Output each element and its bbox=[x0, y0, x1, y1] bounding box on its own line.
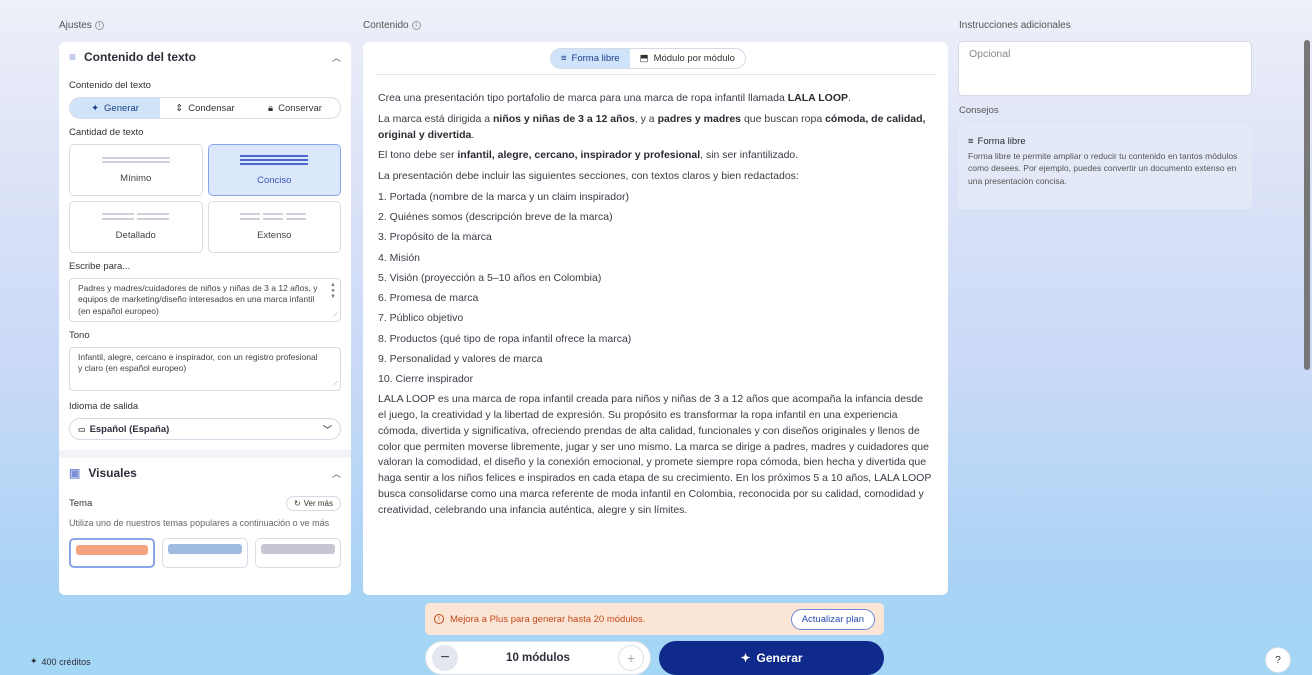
content-paragraph: La marca está dirigida a niños y niñas d… bbox=[378, 112, 926, 141]
ajustes-label: Ajustes i bbox=[59, 20, 104, 31]
module-count-stepper: − 10 módulos + bbox=[425, 641, 651, 675]
theme-label: Tema bbox=[69, 498, 93, 509]
contenido-label: Contenido i bbox=[363, 20, 421, 31]
tips-label: Consejos bbox=[959, 105, 999, 116]
list-item: 5. Visión (proyección a 5–10 años en Col… bbox=[378, 271, 602, 284]
refresh-icon: ↻ bbox=[293, 499, 301, 508]
decrement-button[interactable]: − bbox=[432, 645, 458, 671]
content-paragraph: La presentación debe incluir las siguien… bbox=[378, 170, 799, 182]
upgrade-plan-button[interactable]: Actualizar plan bbox=[790, 608, 875, 630]
list-item: 2. Quiénes somos (descripción breve de l… bbox=[378, 211, 613, 223]
list-item: 6. Promesa de marca bbox=[378, 292, 479, 304]
module-icon: ⬒ bbox=[639, 53, 649, 64]
language-icon: ▭ bbox=[78, 424, 86, 434]
info-icon[interactable]: i bbox=[94, 21, 104, 30]
theme-description: Utiliza uno de nuestros temas populares … bbox=[69, 518, 330, 528]
audience-textarea[interactable]: Padres y madres/cuidadores de niños y ni… bbox=[69, 278, 341, 322]
text-content-label: Contenido del texto bbox=[69, 80, 151, 91]
text-lines-icon: ≡ bbox=[561, 53, 567, 64]
text-amount-grid: Mínimo Conciso Detallado Extenso bbox=[69, 144, 341, 253]
language-select[interactable]: ▭ Español (España) ﹀ bbox=[69, 418, 341, 440]
see-more-button[interactable]: ↻ Ver más bbox=[285, 496, 341, 511]
tip-card: ≡ Forma libre Forma libre te permite ampl… bbox=[958, 125, 1252, 209]
theme-thumbnail[interactable] bbox=[255, 538, 341, 569]
amount-minimo[interactable]: Mínimo bbox=[69, 144, 203, 196]
sparkle-icon: ✦ bbox=[740, 651, 751, 665]
text-mode-selector: ✦ Generar ⇕ Condensar 🔒︎ Conservar bbox=[69, 97, 341, 119]
visuals-section-header[interactable]: ▣ Visuales ︿ bbox=[59, 458, 351, 488]
text-lines-icon: ≡ bbox=[968, 136, 974, 147]
content-paragraph: LALA LOOP es una marca de ropa infantil … bbox=[378, 393, 932, 516]
tip-title: ≡ Forma libre bbox=[968, 136, 1026, 147]
list-item: 9. Personalidad y valores de marca bbox=[378, 352, 543, 365]
additional-instructions-input[interactable]: Opcional bbox=[958, 41, 1252, 96]
module-count: 10 módulos bbox=[506, 652, 570, 664]
warning-icon: ! bbox=[434, 614, 444, 624]
sparkle-icon: ✦ bbox=[91, 102, 100, 114]
tip-body: Forma libre te permite ampliar o reducir… bbox=[968, 151, 1238, 186]
info-icon[interactable]: i bbox=[411, 21, 421, 30]
language-label: Idioma de salida bbox=[69, 401, 139, 412]
text-lines-icon bbox=[101, 213, 170, 220]
list-item: 4. Misión bbox=[378, 251, 421, 264]
settings-panel: ≡ Contenido del texto ︿ Contenido del te… bbox=[59, 42, 351, 595]
lock-icon: 🔒︎ bbox=[268, 102, 274, 114]
help-button[interactable]: ? bbox=[1265, 647, 1291, 673]
compress-icon: ⇕ bbox=[175, 102, 184, 114]
theme-thumbnails bbox=[59, 538, 351, 569]
sparkle-icon: ✦ bbox=[30, 656, 38, 666]
text-section-header[interactable]: ≡ Contenido del texto ︿ bbox=[59, 42, 351, 72]
content-paragraph: Crea una presentación tipo portafolio de… bbox=[378, 92, 851, 104]
increment-button[interactable]: + bbox=[618, 645, 644, 671]
text-lines-icon bbox=[240, 154, 309, 165]
amount-detallado[interactable]: Detallado bbox=[69, 201, 203, 253]
text-section-title: Contenido del texto bbox=[84, 50, 197, 64]
chevron-up-icon[interactable]: ︿ bbox=[332, 467, 341, 480]
amount-conciso[interactable]: Conciso bbox=[207, 144, 341, 196]
credits-indicator[interactable]: ✦ 400 créditos bbox=[30, 656, 91, 667]
theme-thumbnail[interactable] bbox=[162, 538, 248, 569]
tone-textarea[interactable]: Infantil, alegre, cercano e inspirador, … bbox=[69, 347, 341, 391]
mode-generate[interactable]: ✦ Generar bbox=[70, 98, 160, 118]
page-scrollbar[interactable] bbox=[1304, 40, 1310, 370]
mode-preserve[interactable]: 🔒︎ Conservar bbox=[250, 98, 340, 118]
content-editor[interactable]: Crea una presentación tipo portafolio de… bbox=[378, 91, 933, 523]
banner-message: Mejora a Plus para generar hasta 20 módu… bbox=[450, 613, 646, 625]
list-item: 8. Productos (qué tipo de ropa infantil … bbox=[378, 332, 632, 345]
upgrade-banner: ! Mejora a Plus para generar hasta 20 mód… bbox=[425, 603, 884, 635]
audience-label: Escribe para... bbox=[69, 261, 131, 272]
amount-extenso[interactable]: Extenso bbox=[207, 201, 341, 253]
content-panel: ≡ Forma libre ⬒ Módulo por módulo Crea una… bbox=[363, 42, 948, 595]
text-lines-icon bbox=[101, 156, 170, 163]
resize-handle-icon[interactable]: ⟋ bbox=[333, 380, 338, 389]
divider bbox=[375, 74, 936, 75]
tone-label: Tono bbox=[69, 330, 90, 341]
chevron-up-icon[interactable]: ︿ bbox=[332, 51, 341, 64]
list-item: 1. Portada (nombre de la marca y un clai… bbox=[378, 190, 629, 203]
sections-list: 1. Portada (nombre de la marca y un clai… bbox=[378, 190, 933, 388]
instrucciones-label: Instrucciones adicionales bbox=[959, 20, 1071, 31]
content-mode-toggle: ≡ Forma libre ⬒ Módulo por módulo bbox=[550, 48, 746, 69]
list-item: 10. Cierre inspirador bbox=[378, 373, 474, 385]
image-icon: ▣ bbox=[69, 466, 81, 480]
visuals-section-title: Visuales bbox=[88, 466, 137, 480]
generate-button[interactable]: ✦ Generar bbox=[659, 641, 884, 675]
content-paragraph: El tono debe ser infantil, alegre, cerca… bbox=[378, 149, 799, 162]
mode-condense[interactable]: ⇕ Condensar bbox=[160, 98, 250, 118]
tab-freeform[interactable]: ≡ Forma libre bbox=[551, 49, 630, 68]
theme-row: Tema ↻ Ver más bbox=[59, 496, 351, 511]
text-lines-icon bbox=[240, 213, 308, 220]
chevron-down-icon: ﹀ bbox=[322, 424, 332, 435]
text-amount-label: Cantidad de texto bbox=[69, 127, 144, 138]
tab-module-by-module[interactable]: ⬒ Módulo por módulo bbox=[630, 49, 745, 68]
list-item: 7. Público objetivo bbox=[378, 312, 464, 325]
text-lines-icon: ≡ bbox=[69, 50, 77, 64]
scroll-arrows-icon[interactable]: ▲ ● ▼ bbox=[330, 282, 336, 300]
resize-handle-icon[interactable]: ⟋ bbox=[333, 311, 338, 320]
theme-thumbnail[interactable] bbox=[69, 538, 155, 569]
section-divider bbox=[59, 450, 351, 458]
list-item: 3. Propósito de la marca bbox=[378, 231, 492, 244]
